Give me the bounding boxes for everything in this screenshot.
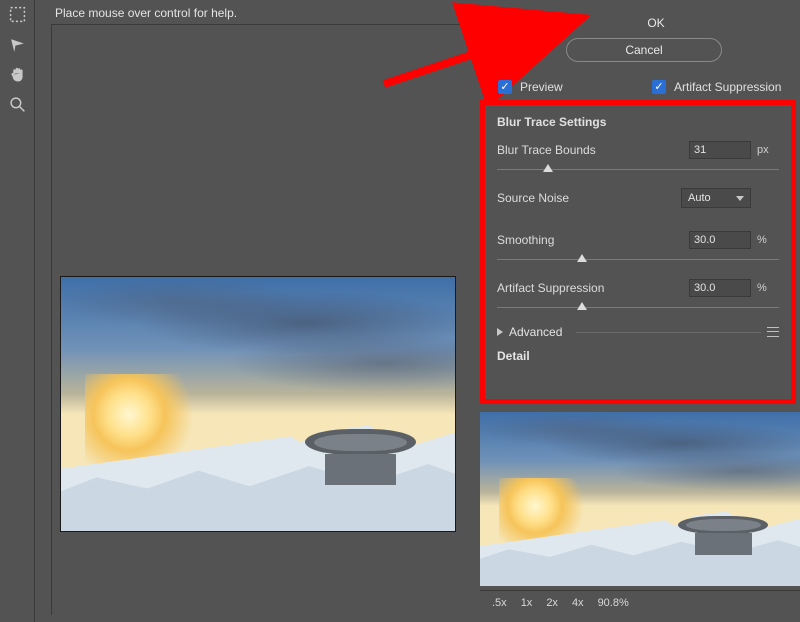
checkmark-icon — [652, 80, 666, 94]
preview-image[interactable] — [60, 276, 456, 532]
tool-strip — [0, 0, 35, 622]
artifact-suppression-slider[interactable] — [497, 301, 779, 315]
zoom-value: 90.8% — [598, 597, 629, 609]
blur-trace-bounds-slider[interactable] — [497, 163, 779, 177]
detail-image[interactable] — [480, 412, 800, 586]
hand-icon — [9, 66, 26, 83]
panel-options-icon[interactable] — [767, 327, 779, 337]
zoom-level-1x[interactable]: 1x — [521, 597, 533, 609]
zoom-level-4x[interactable]: 4x — [572, 597, 584, 609]
preview-checkbox[interactable]: Preview — [498, 80, 563, 94]
blur-trace-bounds-unit: px — [757, 144, 779, 156]
zoom-level-05x[interactable]: .5x — [492, 597, 507, 609]
smoothing-unit: % — [757, 234, 779, 246]
zoom-tool[interactable] — [6, 93, 28, 115]
detail-section-title: Detail — [497, 349, 779, 363]
zoom-bar: .5x 1x 2x 4x 90.8% — [480, 590, 800, 615]
zoom-icon — [9, 96, 26, 113]
blur-trace-bounds-label: Blur Trace Bounds — [497, 143, 689, 157]
smoothing-slider[interactable] — [497, 253, 779, 267]
cancel-button[interactable]: Cancel — [566, 38, 722, 62]
triangle-right-icon — [497, 328, 503, 336]
section-title: Blur Trace Settings — [497, 115, 779, 129]
blur-trace-bounds-input[interactable] — [689, 141, 751, 159]
smoothing-label: Smoothing — [497, 233, 689, 247]
smoothing-input[interactable] — [689, 231, 751, 249]
lasso-icon — [9, 36, 26, 53]
help-text: Place mouse over control for help. — [55, 6, 237, 20]
source-noise-select[interactable]: Auto — [681, 188, 751, 208]
chevron-down-icon — [736, 196, 744, 201]
zoom-level-2x[interactable]: 2x — [546, 597, 558, 609]
blur-trace-settings-panel: Blur Trace Settings Blur Trace Bounds px… — [480, 100, 796, 404]
ok-button[interactable]: OK — [596, 12, 716, 34]
artifact-suppression-unit: % — [757, 282, 779, 294]
preview-checkbox-label: Preview — [520, 80, 563, 94]
artifact-suppression-input[interactable] — [689, 279, 751, 297]
source-noise-label: Source Noise — [497, 191, 681, 205]
artifact-suppression-label: Artifact Suppression — [497, 281, 689, 295]
artifact-suppression-checkbox-label: Artifact Suppression — [674, 80, 781, 94]
artifact-suppression-checkbox[interactable]: Artifact Suppression — [652, 80, 781, 94]
marquee-icon — [9, 6, 26, 23]
advanced-label: Advanced — [509, 325, 562, 339]
advanced-toggle[interactable]: Advanced — [497, 325, 779, 339]
lasso-tool[interactable] — [6, 33, 28, 55]
checkmark-icon — [498, 80, 512, 94]
marquee-tool[interactable] — [6, 3, 28, 25]
source-noise-value: Auto — [688, 192, 711, 204]
hand-tool[interactable] — [6, 63, 28, 85]
